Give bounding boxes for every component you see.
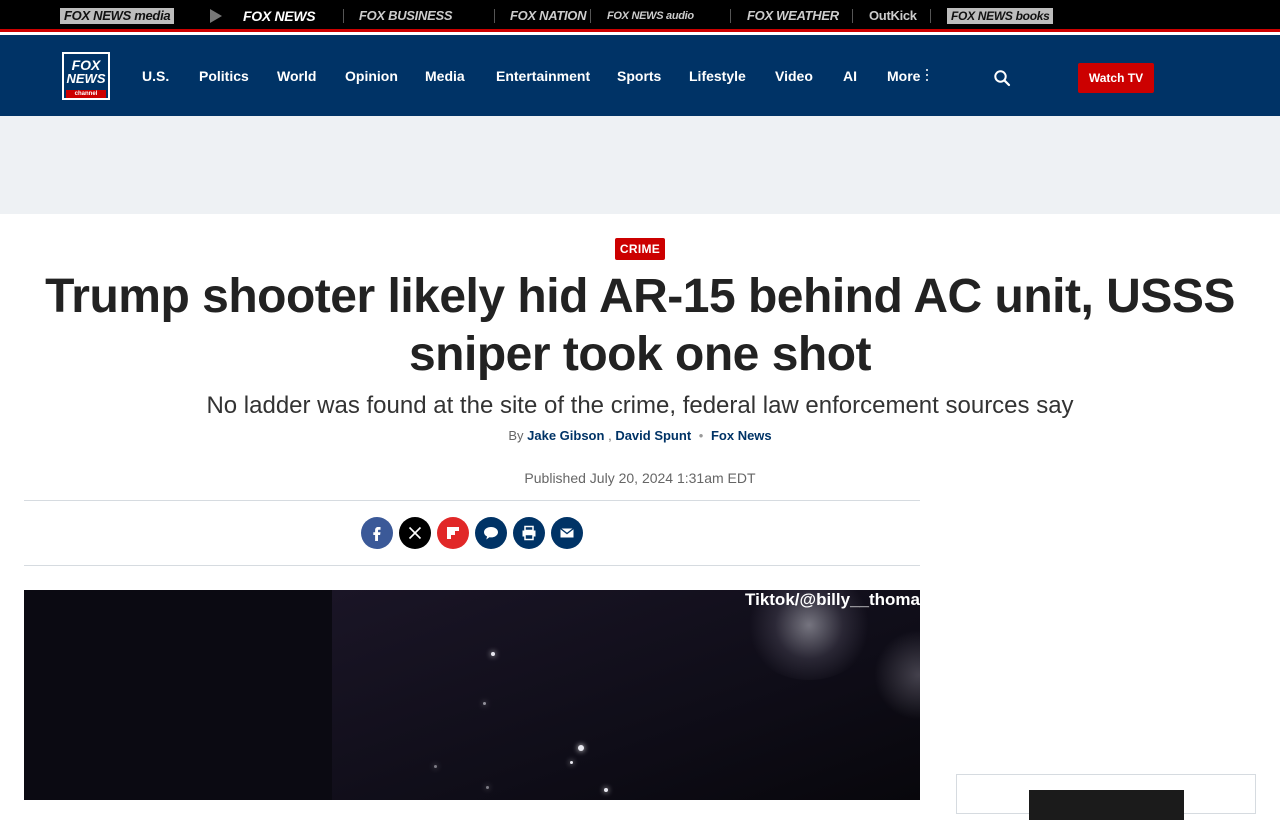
network-bar: FOX NEWS media FOX NEWS FOX BUSINESS FOX… [0,0,1280,32]
print-icon [522,525,536,541]
byline-dot: • [698,428,704,443]
author-link[interactable]: Jake Gibson [527,428,604,443]
flipboard-icon [447,527,459,539]
logo-text-fox: FOX [71,57,101,73]
video-watermark: Tiktok/@billy__thoma [745,590,920,609]
divider [590,9,591,23]
author-link[interactable]: David Spunt [615,428,691,443]
comments-button[interactable] [475,517,507,549]
fox-nation-link[interactable]: FOX NATION [510,8,587,24]
nav-item-lifestyle[interactable]: Lifestyle [689,67,746,85]
print-button[interactable] [513,517,545,549]
nav-item-ai[interactable]: AI [843,67,857,85]
divider [930,9,931,23]
email-icon [560,527,574,538]
x-icon [408,526,422,540]
byline-prefix: By [508,428,524,443]
divider [494,9,495,23]
ad-banner-area [0,116,1280,214]
play-icon [210,9,222,23]
right-rail-module [956,774,1256,820]
fox-news-link[interactable]: FOX NEWS [243,8,316,24]
divider [24,500,920,501]
facebook-icon [373,527,381,541]
watch-tv-button[interactable]: Watch TV [1078,63,1154,93]
divider [343,9,344,23]
byline: By Jake Gibson , David Spunt • Fox News [40,427,1240,445]
more-dots-icon[interactable] [924,67,930,83]
nav-item-more[interactable]: More [887,67,920,85]
article-headline: Trump shooter likely hid AR-15 behind AC… [45,270,1235,381]
category-badge[interactable]: CRIME [615,238,665,260]
nav-item-sports[interactable]: Sports [617,67,661,85]
nav-item-opinion[interactable]: Opinion [345,67,398,85]
fox-news-books-link[interactable]: FOX NEWS books [947,8,1054,24]
fox-weather-link[interactable]: FOX WEATHER [747,8,839,24]
nav-item-politics[interactable]: Politics [199,67,249,85]
source-link[interactable]: Fox News [711,428,772,443]
nav-item-us[interactable]: U.S. [142,67,169,85]
divider [24,565,920,566]
published-date: Published July 20, 2024 1:31am EDT [524,470,756,486]
fox-news-media-link[interactable]: FOX NEWS media [60,8,175,24]
logo-text-news: NEWS [66,71,106,86]
share-email-button[interactable] [551,517,583,549]
share-flipboard-button[interactable] [437,517,469,549]
fox-news-audio-link[interactable]: FOX NEWS audio [607,8,694,24]
divider [730,9,731,23]
main-nav: FOX NEWS channel U.S. Politics World Opi… [0,35,1280,116]
nav-item-video[interactable]: Video [775,67,813,85]
search-icon[interactable] [993,69,1011,87]
divider [852,9,853,23]
nav-item-media[interactable]: Media [425,67,465,85]
promo-thumbnail[interactable] [1029,790,1184,820]
outkick-link[interactable]: OutKick [869,8,917,24]
logo-text-channel: channel [66,90,106,98]
author-separator: , [608,428,612,443]
article-subhead: No ladder was found at the site of the c… [206,392,1074,419]
share-x-button[interactable] [399,517,431,549]
share-facebook-button[interactable] [361,517,393,549]
fox-business-link[interactable]: FOX BUSINESS [359,8,453,24]
video-player[interactable]: Tiktok/@billy__thoma [24,590,920,800]
fox-news-logo[interactable]: FOX NEWS channel [62,52,110,100]
comments-icon [484,527,498,540]
nav-item-entertainment[interactable]: Entertainment [496,67,590,85]
nav-item-world[interactable]: World [277,67,316,85]
